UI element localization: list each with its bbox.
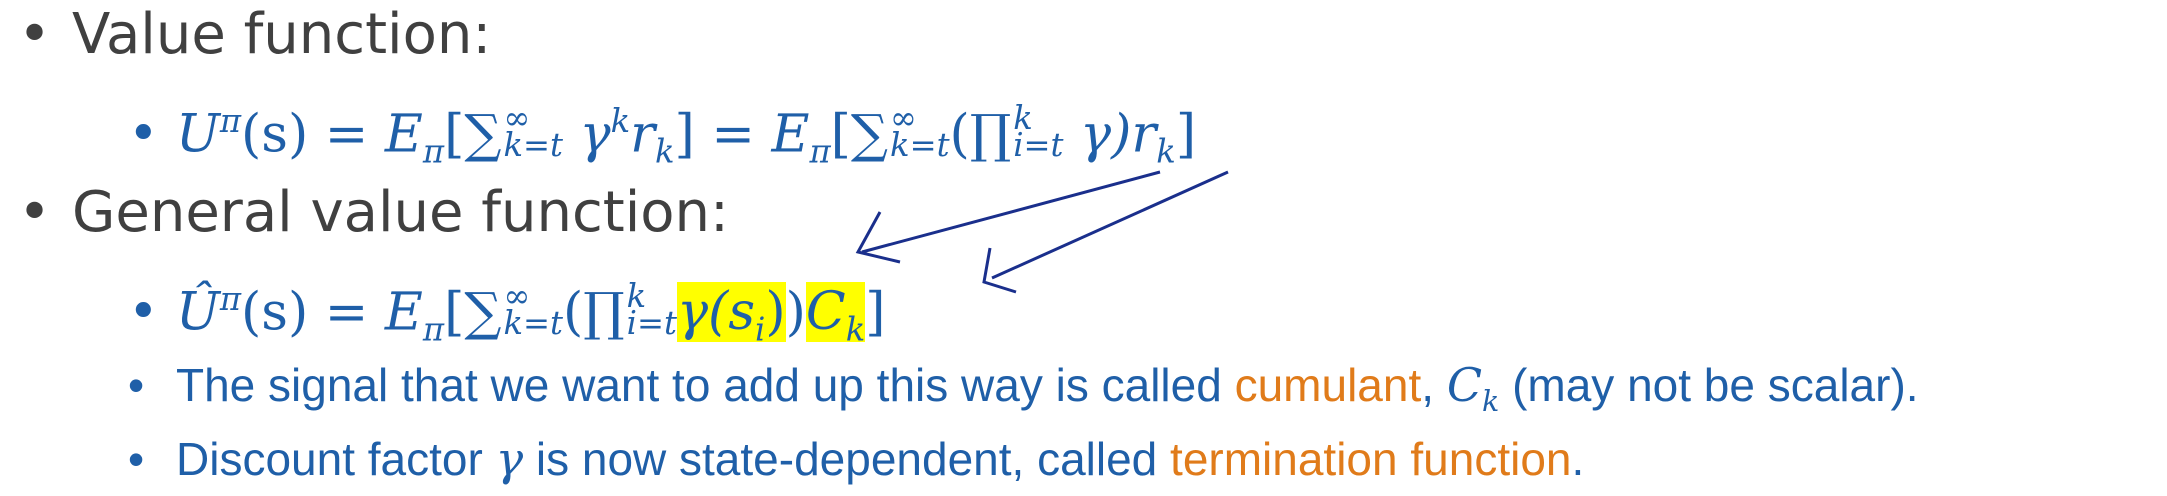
arrowhead-gamma xyxy=(855,211,901,264)
annotation-arrows xyxy=(855,170,1229,294)
arrow-to-cumulant xyxy=(991,170,1229,280)
arrow-to-gamma xyxy=(861,170,1161,254)
